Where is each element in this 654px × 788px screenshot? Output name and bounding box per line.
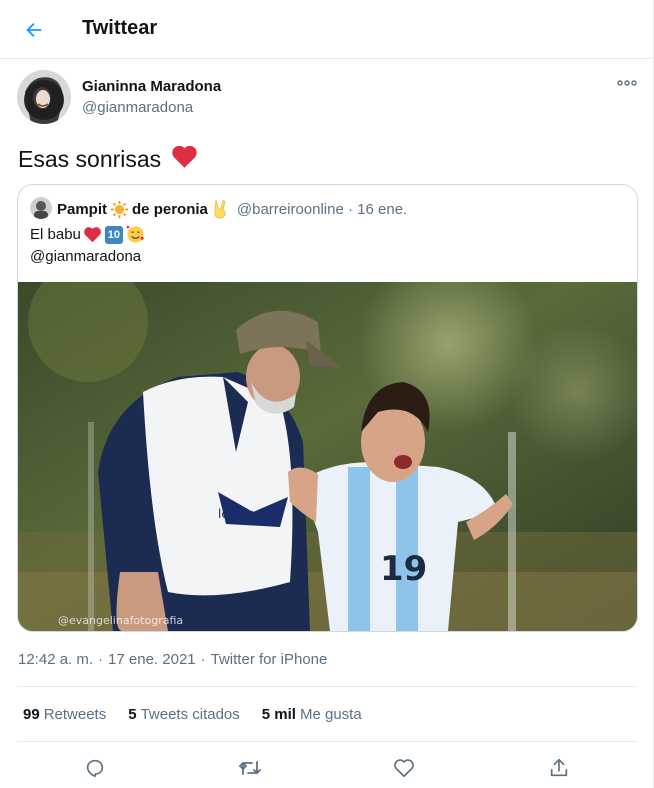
victory-hand-emoji-icon bbox=[214, 199, 226, 219]
tweet-body: Esas sonrisas bbox=[18, 144, 198, 175]
quotes-count: 5 bbox=[128, 706, 137, 723]
author-handle[interactable]: @gianmaradona bbox=[82, 99, 193, 116]
likes-stat[interactable]: 5 mil Me gusta bbox=[262, 706, 362, 723]
quote-text-line1: El babu 10 bbox=[30, 225, 145, 244]
retweets-label: Retweets bbox=[43, 706, 107, 723]
share-icon bbox=[550, 758, 568, 777]
top-bar: Twittear bbox=[0, 0, 654, 59]
more-icon bbox=[617, 80, 637, 86]
tweet-source[interactable]: Twitter for iPhone bbox=[211, 651, 328, 668]
likes-label: Me gusta bbox=[299, 706, 362, 723]
tweet-meta: 12:42 a. m. · 17 ene. 2021 · Twitter for iPh… bbox=[18, 651, 327, 668]
divider bbox=[17, 741, 638, 742]
tweet-stats: 99 Retweets 5 Tweets citados 5 mil Me gusta bbox=[23, 706, 384, 723]
keycap-ten-icon: 10 bbox=[104, 225, 123, 244]
red-heart-emoji-icon bbox=[83, 227, 101, 243]
divider bbox=[17, 686, 638, 687]
quote-text: El babu bbox=[30, 226, 81, 243]
back-arrow-icon bbox=[26, 22, 42, 38]
likes-count: 5 mil bbox=[261, 706, 296, 723]
author-name[interactable]: Gianinna Maradona bbox=[82, 78, 221, 95]
quoted-tweet[interactable]: Pampit de peronia @barreiroonline · 16 e… bbox=[17, 184, 638, 632]
sun-emoji-icon bbox=[110, 200, 129, 218]
back-button[interactable] bbox=[18, 14, 50, 46]
quote-mention[interactable]: @gianmaradona bbox=[30, 248, 141, 265]
meta-separator: · bbox=[200, 651, 206, 668]
retweet-button[interactable] bbox=[234, 752, 266, 784]
tweet-date[interactable]: 17 ene. 2021 bbox=[108, 651, 196, 668]
quote-header: Pampit de peronia @barreiroonline · 16 e… bbox=[57, 199, 407, 219]
like-icon bbox=[394, 759, 414, 778]
page-title: Twittear bbox=[82, 17, 158, 39]
smiling-face-hearts-emoji-icon bbox=[126, 225, 144, 243]
svg-text:19: 19 bbox=[380, 549, 427, 589]
action-bar bbox=[0, 752, 654, 784]
quotes-label: Tweets citados bbox=[140, 706, 240, 723]
heart-emoji-icon bbox=[171, 144, 198, 175]
quote-photo[interactable]: le coq 19 @evangelinafotografia bbox=[18, 282, 637, 631]
retweets-count: 99 bbox=[23, 706, 40, 723]
more-button[interactable] bbox=[612, 72, 642, 94]
tweet-time[interactable]: 12:42 a. m. bbox=[18, 651, 93, 668]
retweet-icon bbox=[239, 761, 261, 775]
quote-tweets-stat[interactable]: 5 Tweets citados bbox=[128, 706, 240, 723]
quote-name-part1: Pampit bbox=[57, 200, 108, 218]
photo-watermark: @evangelinafotografia bbox=[58, 614, 184, 627]
quote-avatar bbox=[30, 197, 52, 219]
reply-button[interactable] bbox=[79, 752, 111, 784]
author-avatar[interactable] bbox=[17, 70, 71, 124]
quote-author-name: Pampit de peronia bbox=[57, 199, 229, 219]
retweets-stat[interactable]: 99 Retweets bbox=[23, 706, 106, 723]
like-button[interactable] bbox=[388, 752, 420, 784]
tweet-text: Esas sonrisas bbox=[18, 146, 162, 172]
reply-icon bbox=[86, 759, 104, 778]
svg-text:le coq: le coq bbox=[218, 507, 254, 521]
meta-separator: · bbox=[98, 651, 104, 668]
quote-name-part2: de peronia bbox=[132, 200, 208, 218]
quote-handle-date: @barreiroonline · 16 ene. bbox=[236, 200, 408, 218]
share-button[interactable] bbox=[543, 752, 575, 784]
